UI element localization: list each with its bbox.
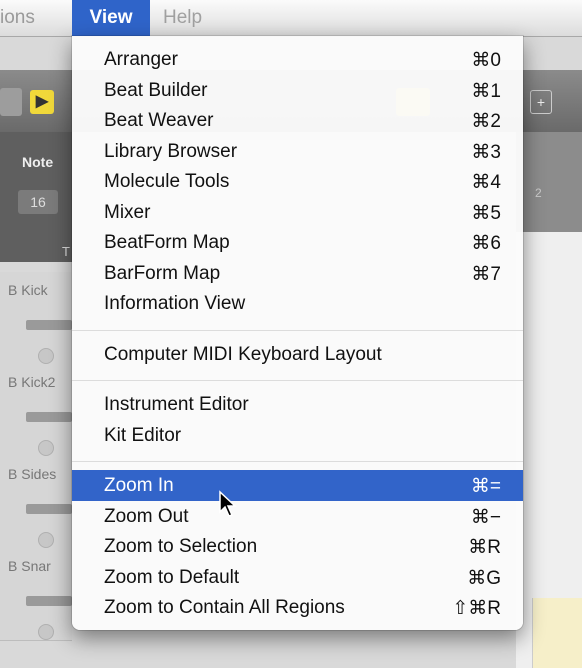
region-block[interactable] (532, 598, 582, 668)
menu-item-shortcut: ⌘R (468, 537, 501, 558)
volume-slider[interactable] (26, 596, 72, 606)
menu-item-shortcut: ⌘6 (471, 233, 501, 254)
menu-view[interactable]: View (72, 0, 150, 36)
volume-slider[interactable] (26, 504, 72, 514)
timeline-ruler (516, 132, 582, 232)
track-row[interactable]: B Sides (0, 456, 72, 549)
menu-item-zoom-out[interactable]: Zoom Out ⌘− (72, 501, 523, 532)
menu-item-label: Beat Builder (104, 79, 208, 101)
track-header-letter: T (62, 244, 70, 259)
add-icon[interactable]: + (530, 90, 552, 114)
mouse-cursor-icon (219, 490, 237, 517)
menu-separator (72, 461, 523, 462)
menu-item-label: BarForm Map (104, 262, 221, 284)
track-name: B Kick (8, 282, 48, 298)
track-header: Note 16 T (0, 132, 72, 262)
menu-item-information-view[interactable]: Information View (72, 288, 523, 319)
track-name: B Sides (8, 466, 57, 482)
note-label: Note (22, 154, 54, 170)
menu-item-molecule-tools[interactable]: Molecule Tools ⌘4 (72, 166, 523, 197)
menu-item-label: Library Browser (104, 140, 238, 162)
menu-item-shortcut: ⌘7 (471, 263, 501, 285)
volume-slider[interactable] (26, 320, 72, 330)
track-name: B Snar (8, 558, 51, 574)
menu-item-shortcut: ⌘4 (471, 172, 501, 193)
track-toggle[interactable] (38, 532, 54, 548)
toolbar-button[interactable] (0, 88, 22, 116)
menu-item-label: Zoom to Selection (104, 536, 258, 557)
menu-item-label: Beat Weaver (104, 110, 214, 131)
track-name: B Kick2 (8, 374, 56, 390)
menu-item-shortcut: ⌘3 (471, 141, 501, 163)
menu-bar: ions View Help (0, 0, 582, 37)
menu-item-mixer[interactable]: Mixer ⌘5 (72, 197, 523, 228)
timeline-number: 2 (535, 186, 542, 200)
menu-separator (72, 380, 523, 381)
menu-item-arranger[interactable]: Arranger ⌘0 (72, 44, 523, 75)
menu-item-beat-weaver[interactable]: Beat Weaver ⌘2 (72, 105, 523, 136)
menu-item-label: Mixer (104, 201, 151, 223)
menu-item-label: Zoom to Contain All Regions (104, 597, 345, 618)
menu-separator (72, 329, 523, 331)
menu-options[interactable]: ions (0, 0, 35, 36)
menu-item-label: BeatForm Map (104, 232, 230, 253)
menu-item-zoom-in[interactable]: Zoom In ⌘= (72, 470, 523, 501)
menu-item-shortcut: ⌘1 (471, 80, 501, 102)
menu-item-barform-map[interactable]: BarForm Map ⌘7 (72, 258, 523, 289)
menu-item-instrument-editor[interactable]: Instrument Editor (72, 389, 523, 420)
menu-item-label: Information View (104, 293, 246, 314)
menu-item-library-browser[interactable]: Library Browser ⌘3 (72, 136, 523, 167)
menu-item-zoom-to-selection[interactable]: Zoom to Selection ⌘R (72, 531, 523, 562)
play-icon[interactable]: ▶ (30, 90, 54, 114)
track-row[interactable]: B Snar (0, 548, 72, 641)
menu-item-label: Computer MIDI Keyboard Layout (104, 343, 382, 365)
menu-item-zoom-to-default[interactable]: Zoom to Default ⌘G (72, 562, 523, 593)
menu-item-shortcut: ⌘5 (471, 202, 501, 224)
menu-item-label: Instrument Editor (104, 394, 249, 415)
view-menu-dropdown: Arranger ⌘0 Beat Builder ⌘1 Beat Weaver ⌘2 Lib… (72, 36, 523, 630)
menu-item-shortcut: ⌘= (470, 476, 501, 497)
menu-item-shortcut: ⌘2 (471, 111, 501, 132)
menu-item-zoom-to-contain-all-regions[interactable]: Zoom to Contain All Regions ⇧⌘R (72, 592, 523, 623)
track-toggle[interactable] (38, 440, 54, 456)
menu-item-label: Kit Editor (104, 424, 182, 446)
menu-item-shortcut: ⌘− (470, 506, 501, 528)
menu-item-shortcut: ⇧⌘R (452, 598, 501, 619)
volume-slider[interactable] (26, 412, 72, 422)
menu-item-label: Molecule Tools (104, 171, 230, 192)
menu-item-label: Zoom In (104, 475, 174, 496)
menu-item-beatform-map[interactable]: BeatForm Map ⌘6 (72, 227, 523, 258)
note-value-field[interactable]: 16 (18, 190, 58, 214)
menu-item-beat-builder[interactable]: Beat Builder ⌘1 (72, 75, 523, 106)
menu-item-kit-editor[interactable]: Kit Editor (72, 420, 523, 451)
menu-item-label: Arranger (104, 49, 178, 70)
menu-help[interactable]: Help (163, 0, 202, 36)
track-toggle[interactable] (38, 348, 54, 364)
menu-item-label: Zoom Out (104, 505, 189, 527)
track-row[interactable]: B Kick (0, 272, 72, 365)
menu-item-computer-midi-keyboard-layout[interactable]: Computer MIDI Keyboard Layout (72, 339, 523, 370)
track-row[interactable]: B Kick2 (0, 364, 72, 457)
menu-item-label: Zoom to Default (104, 566, 240, 588)
track-toggle[interactable] (38, 624, 54, 640)
menu-item-shortcut: ⌘0 (471, 50, 501, 71)
menu-item-shortcut: ⌘G (467, 567, 501, 589)
